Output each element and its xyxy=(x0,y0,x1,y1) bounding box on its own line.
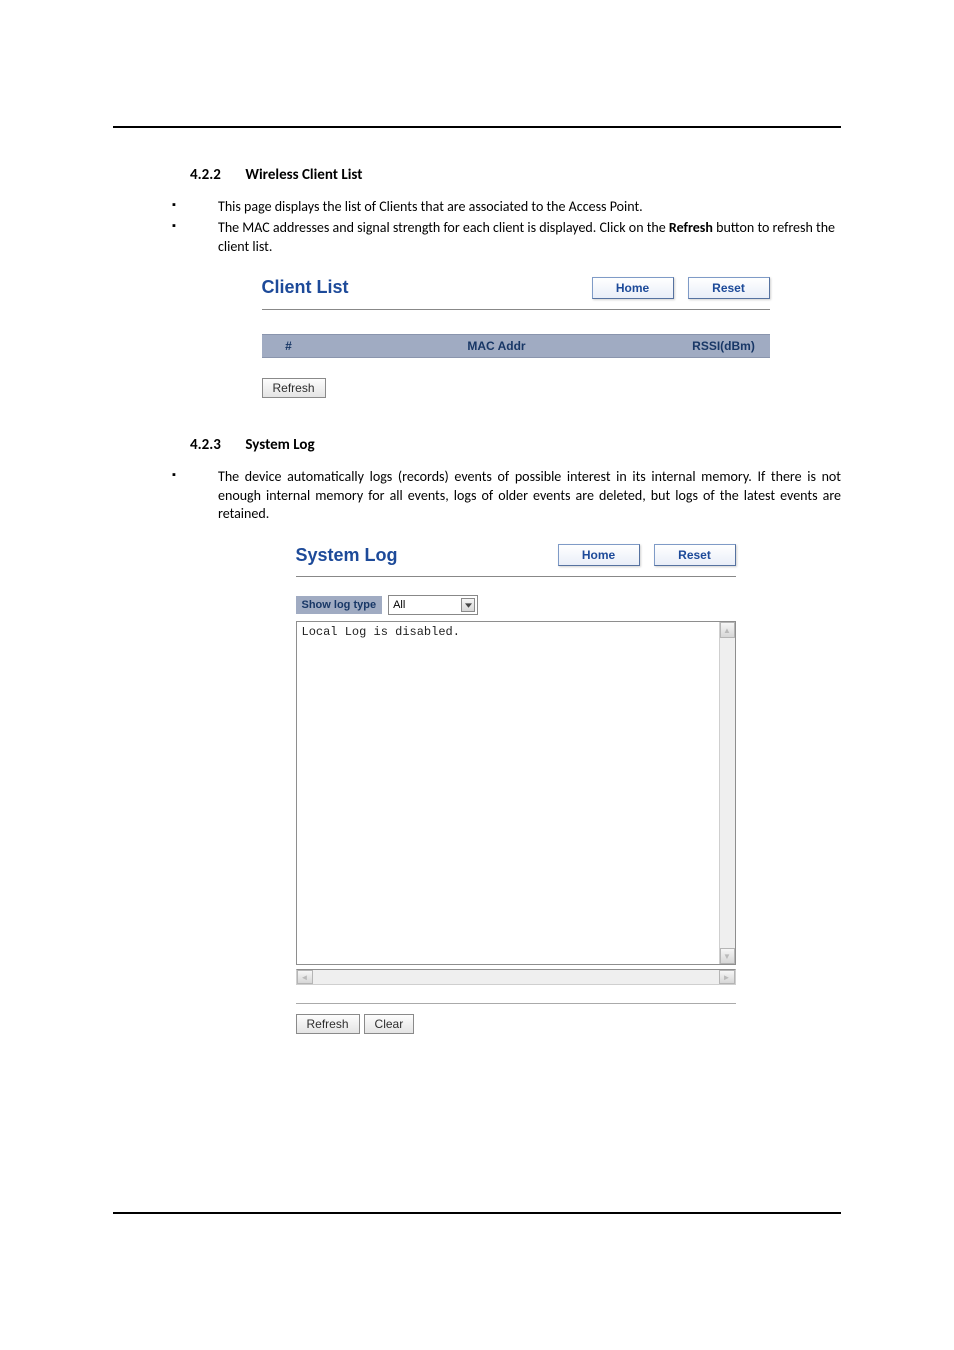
scroll-up-icon[interactable]: ▲ xyxy=(720,622,735,638)
section-number: 4.2.2 xyxy=(190,166,242,184)
chevron-down-icon xyxy=(461,598,475,612)
section-title: System Log xyxy=(245,436,314,454)
system-log-panel: System Log Home Reset Show log type All … xyxy=(296,544,736,1034)
client-list-table: # MAC Addr RSSI(dBm) xyxy=(262,334,770,358)
section-number: 4.2.3 xyxy=(190,436,242,454)
log-type-select[interactable]: All xyxy=(388,595,478,615)
vertical-scrollbar[interactable]: ▲ ▼ xyxy=(719,622,735,964)
horizontal-scrollbar[interactable]: ◄ ► xyxy=(296,969,736,985)
home-button[interactable]: Home xyxy=(558,544,640,566)
home-button[interactable]: Home xyxy=(592,277,674,299)
section-422-heading: 4.2.2 Wireless Client List xyxy=(190,166,841,184)
bullet-422-1: The MAC addresses and signal strength fo… xyxy=(190,219,841,257)
client-list-title: Client List xyxy=(262,277,349,298)
section-423-heading: 4.2.3 System Log xyxy=(190,436,841,454)
bullet-422-0: This page displays the list of Clients t… xyxy=(190,198,841,217)
bottom-horizontal-rule xyxy=(113,1212,841,1214)
log-textarea[interactable]: Local Log is disabled. ▲ ▼ xyxy=(296,621,736,965)
system-log-title: System Log xyxy=(296,545,398,566)
log-content: Local Log is disabled. xyxy=(297,622,735,642)
scroll-down-icon[interactable]: ▼ xyxy=(720,948,735,964)
section-title: Wireless Client List xyxy=(245,166,362,184)
refresh-button[interactable]: Refresh xyxy=(262,378,326,398)
client-list-panel: Client List Home Reset # MAC Addr RSSI(d… xyxy=(262,277,770,398)
log-type-value: All xyxy=(393,599,405,611)
refresh-button[interactable]: Refresh xyxy=(296,1014,360,1034)
col-rssi: RSSI(dBm) xyxy=(678,334,770,357)
show-log-type-label: Show log type xyxy=(296,596,383,614)
col-num: # xyxy=(262,334,316,357)
col-mac: MAC Addr xyxy=(316,334,678,357)
divider xyxy=(296,1003,736,1004)
top-horizontal-rule xyxy=(113,126,841,128)
reset-button[interactable]: Reset xyxy=(688,277,770,299)
scroll-left-icon[interactable]: ◄ xyxy=(297,970,313,984)
clear-button[interactable]: Clear xyxy=(364,1014,415,1034)
reset-button[interactable]: Reset xyxy=(654,544,736,566)
scroll-right-icon[interactable]: ► xyxy=(719,970,735,984)
bullet-423-0: The device automatically logs (records) … xyxy=(190,468,841,525)
